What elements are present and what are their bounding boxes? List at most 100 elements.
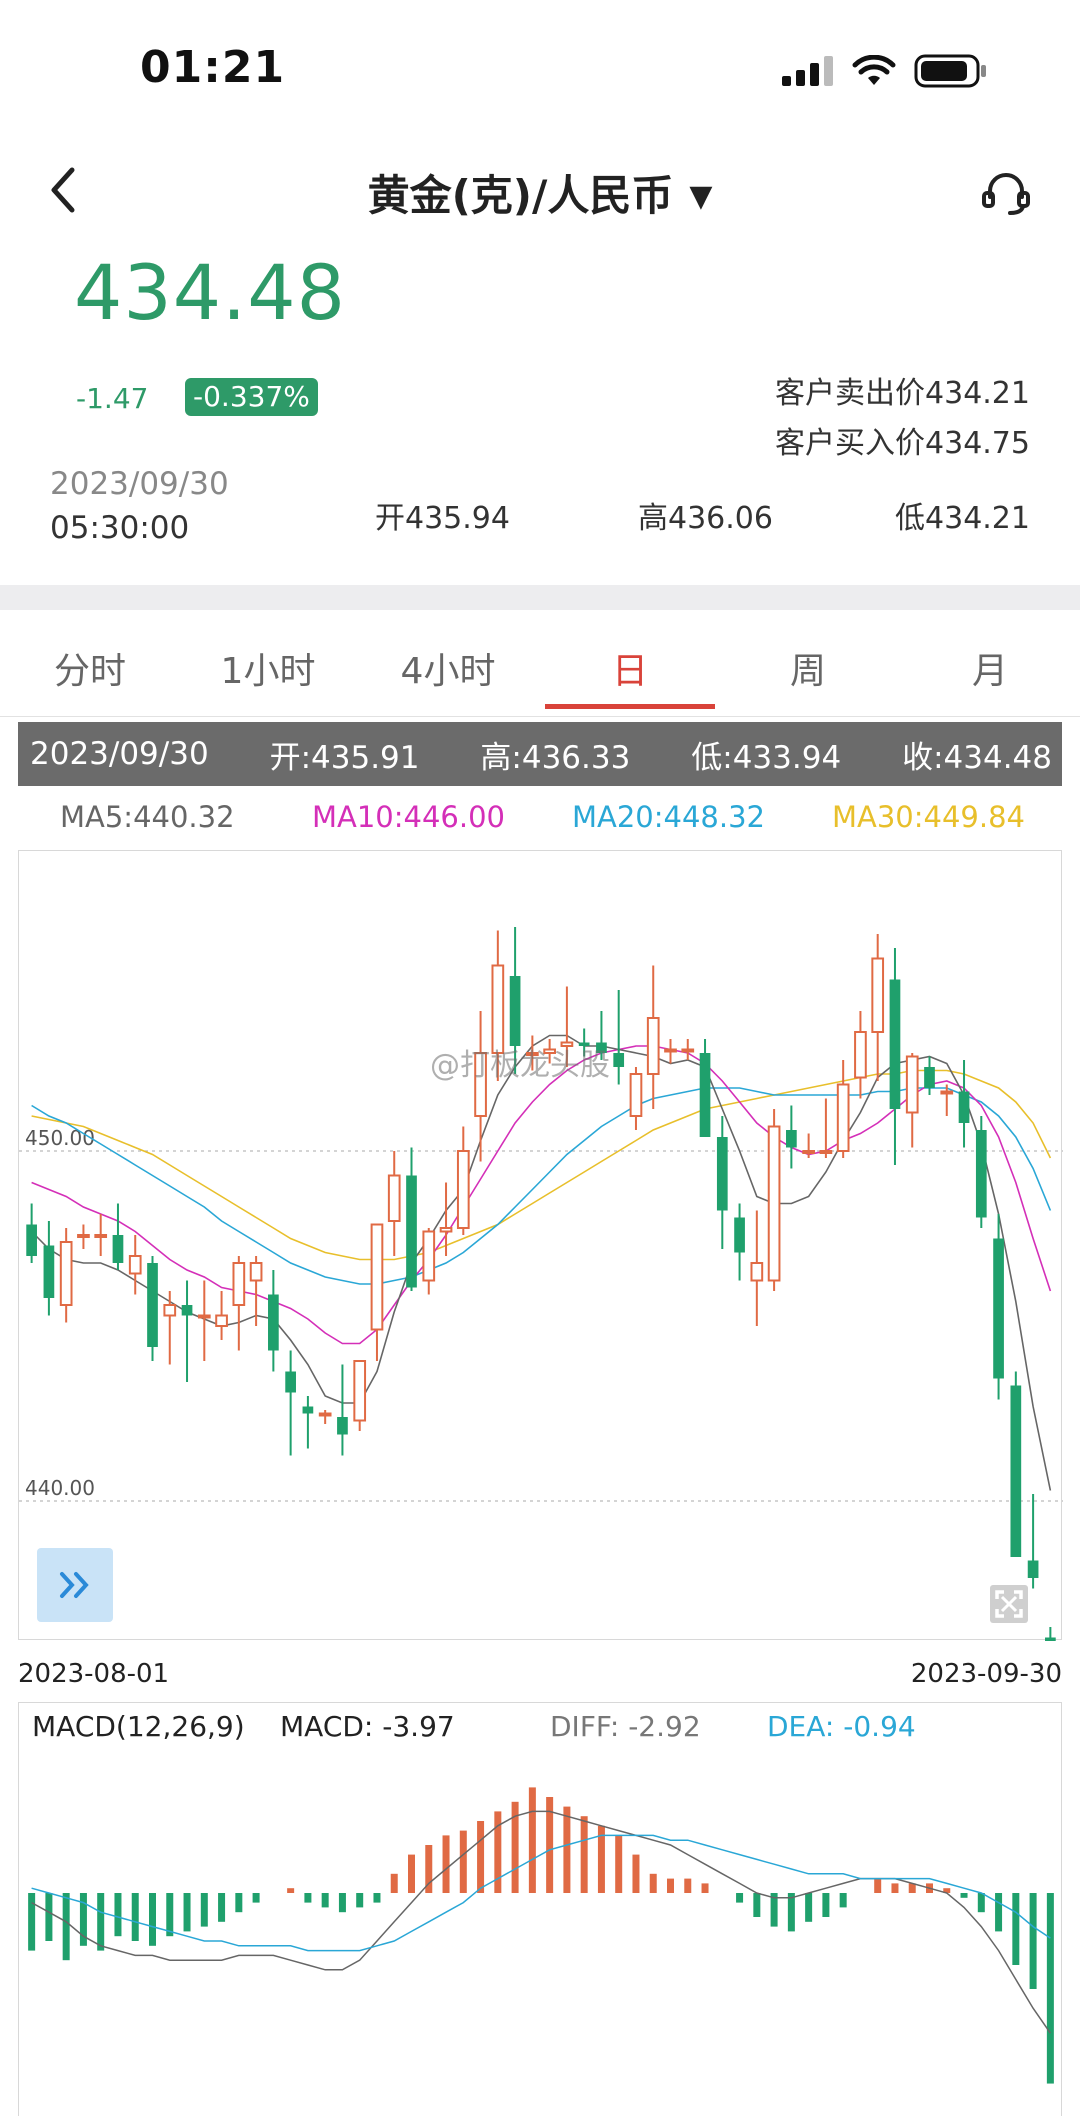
macd-bar (459, 1830, 467, 1893)
candle-body (819, 1150, 833, 1154)
kline-chart[interactable]: 450.00 440.00 (18, 850, 1063, 1641)
candle-body (699, 1053, 711, 1137)
candle-body (889, 979, 901, 1109)
dropdown-caret-icon: ▼ (689, 179, 713, 214)
tab-day[interactable]: 日 (540, 642, 720, 694)
candle-body (439, 1227, 453, 1233)
expand-panel-button[interactable] (37, 1548, 113, 1622)
macd-bar (442, 1835, 450, 1893)
fullscreen-glyph (990, 1585, 1028, 1623)
diff-value: DIFF: -2.92 (550, 1710, 701, 1743)
candle-body (750, 1262, 764, 1282)
fullscreen-icon[interactable] (990, 1585, 1028, 1623)
current-price: 434.48 (74, 248, 346, 337)
y-axis-label: 440.00 (25, 1476, 95, 1500)
ma30-value: MA30:449.84 (832, 800, 1026, 834)
macd-bar (200, 1893, 208, 1927)
ma20-value: MA20:448.32 (572, 800, 766, 834)
macd-bar (477, 1821, 485, 1893)
candle-body (422, 1230, 436, 1282)
macd-bar (373, 1893, 381, 1903)
candle-body (456, 1150, 470, 1229)
axis-end-date: 2023-09-30 (910, 1659, 1062, 1689)
candle-body (353, 1360, 367, 1422)
macd-bar (114, 1893, 122, 1937)
macd-bar (131, 1893, 139, 1941)
macd-bar (28, 1893, 36, 1951)
ohlc-close: 收:434.48 (902, 739, 1052, 776)
candle-body (181, 1305, 193, 1316)
macd-bar (839, 1893, 847, 1908)
tab-month[interactable]: 月 (900, 642, 1080, 694)
candle-body (318, 1412, 332, 1417)
candle-body (163, 1304, 177, 1317)
macd-bar (408, 1854, 415, 1893)
quote-date: 2023/09/30 (50, 466, 229, 502)
candle-body (940, 1090, 954, 1095)
open-price: 开435.94 (375, 501, 510, 536)
candle-body (871, 957, 885, 1033)
candle-body (1027, 1560, 1039, 1578)
macd-bar (183, 1893, 191, 1932)
candle-body (509, 976, 521, 1046)
candle-body (958, 1091, 970, 1123)
instrument-selector[interactable]: 黄金(克)/人民币 ▼ (0, 162, 1080, 223)
candle-body (43, 1245, 55, 1298)
kline-chart-svg: 450.00 440.00 (19, 927, 1063, 1641)
cellular-signal-icon (782, 56, 833, 86)
customer-buy-price: 客户买入价434.75 (775, 426, 1030, 461)
tab-divider (0, 716, 1080, 717)
macd-bar (1012, 1893, 1020, 1965)
candle-body (716, 1137, 728, 1211)
ohlc-info-bar: 2023/09/30 开:435.91 高:436.33 低:433.94 收:… (18, 722, 1062, 786)
candle-body (406, 1175, 417, 1288)
candle-body (854, 1031, 867, 1079)
tab-week[interactable]: 周 (718, 642, 898, 694)
macd-bar (995, 1893, 1003, 1932)
customer-sell-price: 客户卖出价434.21 (775, 376, 1030, 411)
macd-bar (753, 1893, 761, 1917)
macd-bar (563, 1806, 571, 1893)
macd-bar (390, 1873, 398, 1893)
macd-bar (287, 1888, 295, 1893)
macd-bar (649, 1873, 657, 1893)
candle-body (802, 1150, 815, 1154)
macd-bar (235, 1893, 243, 1913)
y-axis-label: 450.00 (25, 1126, 95, 1150)
ma10-value: MA10:446.00 (312, 800, 506, 834)
customer-service-button[interactable] (978, 165, 1034, 221)
tab-timeshare[interactable]: 分时 (0, 642, 180, 694)
candle-body (1045, 1637, 1056, 1641)
tab-4-hour[interactable]: 4小时 (358, 642, 538, 694)
candle-body (232, 1262, 246, 1306)
candle-body (681, 1048, 695, 1053)
macd-bar (1029, 1893, 1037, 1989)
candle-body (249, 1262, 263, 1282)
macd-bar (960, 1893, 968, 1898)
candle-body (112, 1235, 124, 1263)
macd-bar (252, 1893, 260, 1903)
candle-body (734, 1217, 745, 1253)
candle-body (128, 1255, 142, 1275)
candle-body (924, 1067, 935, 1088)
macd-value: MACD: -3.97 (280, 1710, 455, 1743)
candle-body (975, 1130, 987, 1218)
candle-body (268, 1294, 279, 1351)
double-chevron-right-icon (60, 1572, 89, 1598)
candle-body (786, 1130, 797, 1148)
tab-1-hour[interactable]: 1小时 (178, 642, 358, 694)
macd-bar (166, 1893, 174, 1937)
candle-body (26, 1224, 37, 1256)
macd-bar (304, 1893, 312, 1903)
macd-bar (632, 1854, 640, 1893)
macd-chart[interactable] (18, 1702, 1062, 2116)
axis-start-date: 2023-08-01 (18, 1659, 170, 1689)
macd-bar (615, 1835, 623, 1893)
high-price: 高436.06 (638, 501, 773, 536)
active-tab-indicator (545, 704, 715, 709)
macd-bar (701, 1883, 709, 1893)
macd-bar (218, 1893, 226, 1922)
macd-bar (149, 1893, 156, 1946)
macd-bar (805, 1893, 813, 1922)
macd-bar (874, 1878, 882, 1893)
